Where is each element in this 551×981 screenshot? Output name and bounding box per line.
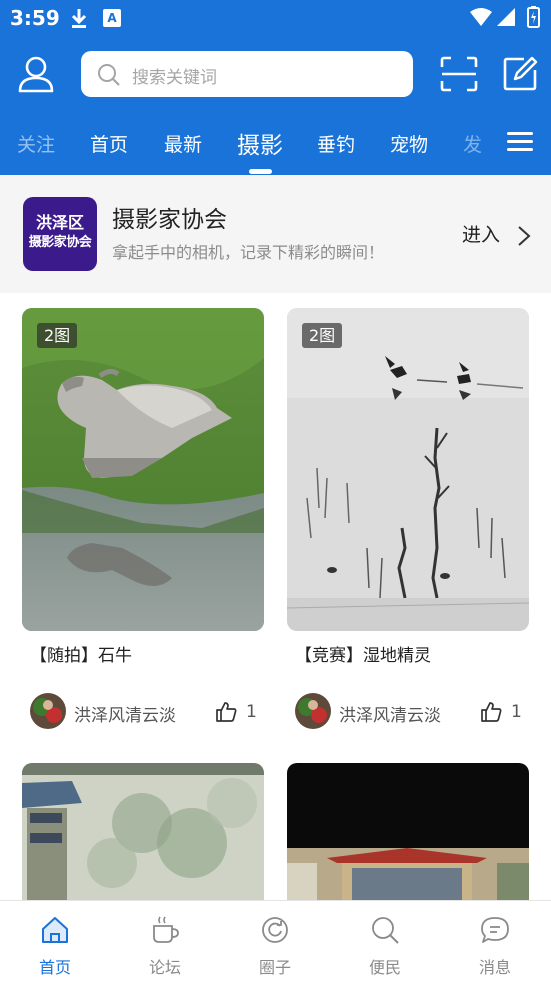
download-icon	[71, 9, 87, 28]
compose-post-icon[interactable]	[502, 56, 538, 92]
nav-label: 消息	[478, 958, 511, 977]
tab-home[interactable]: 首页	[90, 130, 128, 157]
author-name[interactable]: 洪泽风清云淡	[339, 701, 441, 726]
chevron-right-icon[interactable]	[517, 225, 531, 247]
image-count-badge: 2图	[37, 323, 78, 348]
community-description: 拿起手中的相机，记录下精彩的瞬间！	[112, 243, 385, 262]
search-icon	[98, 64, 120, 86]
tab-more-partial[interactable]: 发	[463, 130, 482, 157]
battery-icon	[527, 6, 540, 28]
nav-forum[interactable]: 论坛	[110, 901, 220, 981]
nav-label: 论坛	[148, 958, 181, 977]
circle-refresh-icon	[262, 917, 288, 943]
nav-label: 圈子	[258, 958, 291, 977]
author-avatar[interactable]	[30, 693, 66, 729]
wifi-icon	[470, 8, 492, 26]
nav-circle[interactable]: 圈子	[220, 901, 330, 981]
image-count-badge: 2图	[302, 323, 343, 348]
thumbs-up-icon[interactable]	[215, 701, 237, 723]
top-bar: 搜索关键词	[0, 44, 551, 104]
post-title[interactable]: 【竞赛】湿地精灵	[295, 641, 431, 666]
tab-latest[interactable]: 最新	[164, 130, 202, 157]
community-logo: 洪泽区 摄影家协会	[23, 197, 97, 271]
user-profile-icon[interactable]	[16, 54, 56, 94]
active-tab-indicator	[249, 169, 272, 174]
community-name: 摄影家协会	[112, 207, 227, 233]
status-bar: 3:59 A	[0, 0, 551, 36]
scan-icon[interactable]	[440, 56, 478, 92]
like-count: 1	[511, 702, 522, 722]
post-image-pavilion[interactable]	[287, 763, 529, 903]
author-name[interactable]: 洪泽风清云淡	[74, 701, 176, 726]
search-icon	[372, 917, 399, 944]
status-time: 3:59	[10, 6, 60, 30]
thumbs-up-icon[interactable]	[480, 701, 502, 723]
app-header: 3:59 A 搜索关键词 关注 首页 最新 摄影 垂钓 宠物 发	[0, 0, 551, 175]
nav-label: 便民	[368, 958, 401, 977]
nav-convenience[interactable]: 便民	[330, 901, 440, 981]
enter-community-button[interactable]: 进入	[462, 220, 500, 247]
nav-label: 首页	[38, 958, 71, 977]
signal-icon	[497, 8, 515, 26]
tab-pets[interactable]: 宠物	[390, 130, 428, 157]
home-icon	[42, 917, 68, 943]
menu-icon[interactable]	[507, 132, 533, 154]
post-image-stone-ox[interactable]: 2图	[22, 308, 264, 631]
tab-following[interactable]: 关注	[17, 130, 55, 157]
message-bubble-icon	[481, 917, 509, 943]
notification-app-icon: A	[103, 9, 121, 27]
nav-home[interactable]: 首页	[0, 901, 110, 981]
nav-messages[interactable]: 消息	[440, 901, 550, 981]
channel-tabs: 关注 首页 最新 摄影 垂钓 宠物 发	[0, 118, 551, 174]
author-avatar[interactable]	[295, 693, 331, 729]
community-card[interactable]: 洪泽区 摄影家协会 摄影家协会 拿起手中的相机，记录下精彩的瞬间！ 进入	[0, 175, 551, 293]
search-placeholder: 搜索关键词	[132, 68, 217, 88]
tab-photography[interactable]: 摄影	[237, 126, 283, 160]
like-count: 1	[246, 702, 257, 722]
post-title[interactable]: 【随拍】石牛	[30, 641, 132, 666]
post-image-wetland[interactable]: 2图	[287, 308, 529, 631]
bottom-navigation: 首页 论坛 圈子 便民 消息	[0, 900, 551, 981]
tab-fishing[interactable]: 垂钓	[317, 130, 355, 157]
search-bar[interactable]: 搜索关键词	[81, 51, 413, 97]
post-image-painting[interactable]	[22, 763, 264, 903]
coffee-cup-icon	[153, 916, 179, 943]
